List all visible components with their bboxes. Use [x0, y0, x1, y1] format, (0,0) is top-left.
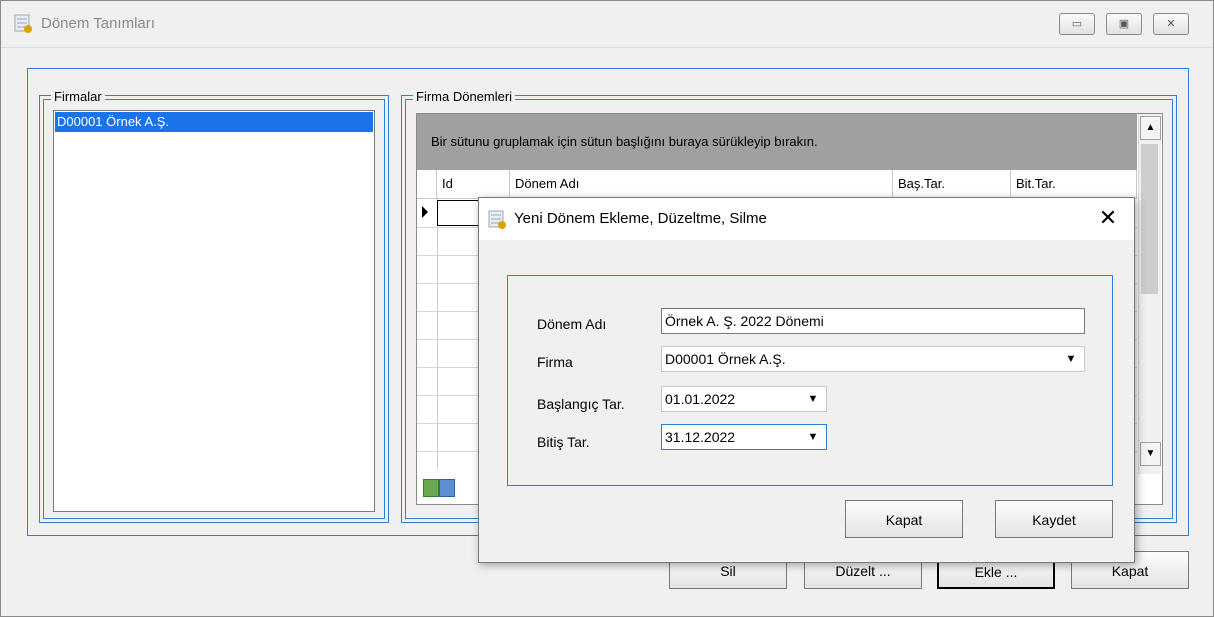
dialog-kaydet-label: Kaydet: [1032, 512, 1076, 528]
baslangic-label: Başlangıç Tar.: [537, 396, 625, 412]
column-header-id[interactable]: Id: [437, 170, 510, 198]
dialog-form-group: [507, 275, 1113, 486]
firma-label: Firma: [537, 354, 573, 370]
dialog-titlebar[interactable]: Yeni Dönem Ekleme, Düzeltme, Silme ✕: [479, 198, 1134, 240]
bitis-date-field[interactable]: 31.12.2022 ▼: [661, 424, 827, 450]
minimize-button[interactable]: ▭: [1059, 13, 1095, 35]
list-item[interactable]: D00001 Örnek A.Ş.: [55, 112, 373, 132]
group-by-panel[interactable]: Bir sütunu gruplamak için sütun başlığın…: [417, 114, 1137, 170]
firmalar-label: Firmalar: [51, 89, 105, 104]
dialog-close-icon[interactable]: ✕: [1095, 206, 1121, 232]
firma-list[interactable]: D00001 Örnek A.Ş.: [53, 110, 375, 512]
ekle-button-label: Ekle ...: [974, 564, 1018, 580]
window-title: Dönem Tanımları: [41, 15, 155, 32]
firma-donemleri-label: Firma Dönemleri: [413, 89, 516, 104]
sil-button-label: Sil: [720, 563, 736, 579]
main-titlebar[interactable]: Dönem Tanımları ▭ ▣ ✕: [1, 1, 1213, 48]
grid-navigator: [419, 476, 459, 500]
baslangic-date-field[interactable]: 01.01.2022 ▼: [661, 386, 827, 412]
firma-select-value: D00001 Örnek A.Ş.: [665, 351, 786, 367]
bitis-date-value: 31.12.2022: [665, 429, 736, 445]
dialog-kapat-label: Kapat: [885, 512, 923, 528]
app-calendar-icon: [488, 210, 506, 229]
dialog-kapat-button[interactable]: Kapat: [845, 500, 963, 538]
maximize-icon: ▣: [1118, 18, 1130, 30]
scroll-down-icon[interactable]: ▼: [1140, 442, 1161, 466]
maximize-button[interactable]: ▣: [1106, 13, 1142, 35]
app-calendar-icon: [14, 14, 32, 33]
grid-print-icon[interactable]: [439, 479, 455, 497]
grid-header: Id Dönem Adı Baş.Tar. Bit.Tar.: [417, 170, 1137, 199]
row-indicator-column: [417, 199, 438, 469]
chevron-down-icon[interactable]: ▼: [802, 425, 824, 449]
baslangic-date-value: 01.01.2022: [665, 391, 736, 407]
list-item-label: D00001 Örnek A.Ş.: [57, 114, 170, 129]
duzelt-button-label: Düzelt ...: [835, 563, 891, 579]
scroll-thumb[interactable]: [1141, 144, 1158, 294]
chevron-down-icon[interactable]: ▼: [1060, 347, 1082, 371]
current-row-arrow-icon: [422, 206, 428, 218]
donem-dialog: Yeni Dönem Ekleme, Düzeltme, Silme ✕ Dön…: [478, 197, 1135, 563]
donem-adi-value: Örnek A. Ş. 2022 Dönemi: [665, 313, 824, 329]
donem-adi-label: Dönem Adı: [537, 316, 607, 332]
kapat-button-label: Kapat: [1111, 563, 1149, 579]
firma-select[interactable]: D00001 Örnek A.Ş. ▼: [661, 346, 1085, 372]
donem-adi-field[interactable]: Örnek A. Ş. 2022 Dönemi: [661, 308, 1085, 334]
grid-export-icon[interactable]: [423, 479, 439, 497]
chevron-down-icon[interactable]: ▼: [802, 387, 824, 411]
bitis-label: Bitiş Tar.: [537, 434, 590, 450]
column-header-bit-tar[interactable]: Bit.Tar.: [1011, 170, 1137, 198]
close-button[interactable]: ✕: [1153, 13, 1189, 35]
minimize-icon: ▭: [1071, 18, 1083, 30]
scroll-up-icon[interactable]: ▲: [1140, 116, 1161, 140]
column-header-bas-tar[interactable]: Baş.Tar.: [893, 170, 1011, 198]
row-indicator-header: [417, 170, 437, 198]
column-header-donem-adi[interactable]: Dönem Adı: [510, 170, 893, 198]
dialog-kaydet-button[interactable]: Kaydet: [995, 500, 1113, 538]
vertical-scrollbar[interactable]: ▲ ▼: [1138, 114, 1161, 474]
close-icon: ✕: [1166, 18, 1176, 30]
dialog-title: Yeni Dönem Ekleme, Düzeltme, Silme: [514, 210, 767, 227]
group-by-hint: Bir sütunu gruplamak için sütun başlığın…: [431, 134, 818, 149]
